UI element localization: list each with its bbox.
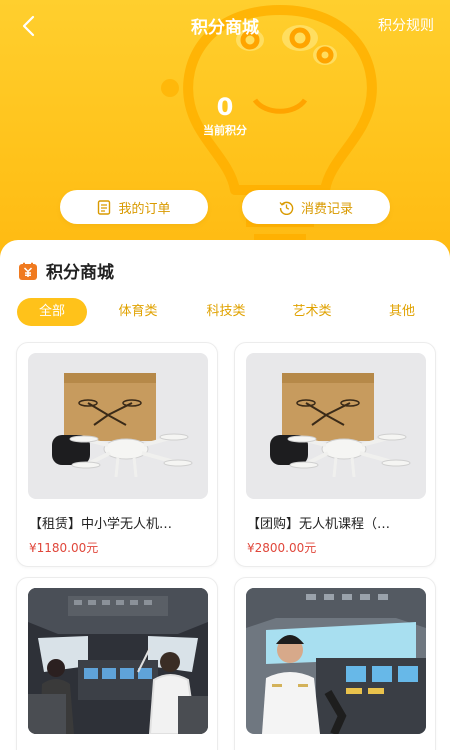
- product-card[interactable]: [234, 577, 436, 750]
- points-rules-link[interactable]: 积分规则: [378, 15, 434, 35]
- points-value: 0: [216, 93, 234, 121]
- product-name: 【租赁】中小学无人机…: [29, 517, 173, 532]
- shopping-bag-icon: [19, 262, 37, 280]
- points-label: 当前积分: [203, 124, 247, 137]
- tab-other[interactable]: 其他: [372, 298, 432, 326]
- consumption-records-label: 消费记录: [300, 201, 353, 217]
- category-tabs: 全部 体育类 科技类 艺术类 其他: [16, 298, 436, 326]
- product-price: ¥2800.00元: [247, 541, 317, 555]
- tab-all[interactable]: 全部: [17, 298, 87, 326]
- tab-sports[interactable]: 体育类: [108, 298, 168, 326]
- product-image-cockpit: [28, 588, 208, 734]
- current-points: 0 当前积分: [0, 93, 450, 138]
- section-header: 积分商城: [18, 258, 114, 283]
- product-price: ¥1180.00元: [29, 541, 99, 555]
- mall-panel: 积分商城 全部 体育类 科技类 艺术类 其他 【租赁】中小学无人机… ¥1180…: [0, 240, 450, 750]
- my-orders-label: 我的订单: [118, 201, 171, 217]
- history-icon: [279, 200, 294, 215]
- section-title: 积分商城: [46, 263, 114, 283]
- product-image-pilot: [246, 588, 426, 734]
- product-image-drone: [246, 353, 426, 499]
- product-image-drone: [28, 353, 208, 499]
- my-orders-button[interactable]: 我的订单: [60, 190, 208, 224]
- product-name: 【团购】无人机课程（…: [247, 517, 391, 532]
- top-nav: 积分商城 积分规则: [0, 0, 450, 52]
- product-card[interactable]: 【团购】无人机课程（… ¥2800.00元: [234, 342, 436, 567]
- document-icon: [97, 199, 111, 215]
- tab-arts[interactable]: 艺术类: [282, 298, 342, 326]
- product-card[interactable]: 【租赁】中小学无人机… ¥1180.00元: [16, 342, 218, 567]
- product-card[interactable]: [16, 577, 218, 750]
- tab-technology[interactable]: 科技类: [196, 298, 256, 326]
- consumption-records-button[interactable]: 消费记录: [242, 190, 390, 224]
